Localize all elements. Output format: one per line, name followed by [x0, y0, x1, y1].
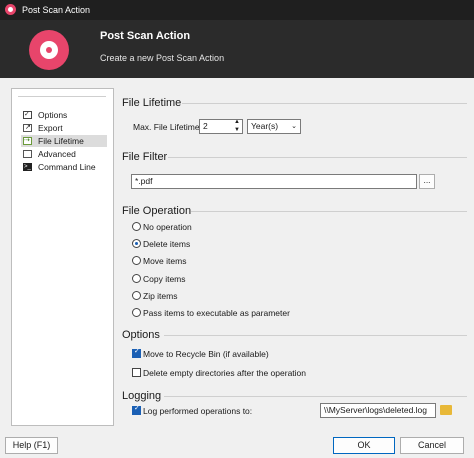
log-path-input[interactable]: \\MyServer\logs\deleted.log: [320, 403, 436, 418]
file-filter-input[interactable]: *.pdf: [131, 174, 417, 189]
sidebar-item-label: Command Line: [38, 162, 96, 172]
sidebar-item-advanced[interactable]: Advanced: [21, 148, 107, 160]
export-icon: [23, 122, 32, 134]
section-divider: [191, 211, 467, 212]
file-lifetime-icon: [23, 135, 32, 147]
sidebar-item-file-lifetime[interactable]: File Lifetime: [21, 135, 107, 147]
checkbox-label: Delete empty directories after the opera…: [143, 368, 307, 378]
section-divider: [182, 103, 467, 104]
radio-label: Copy items: [143, 274, 186, 284]
sidebar-item-options[interactable]: Options: [21, 109, 107, 121]
window-title: Post Scan Action: [22, 5, 91, 15]
max-file-lifetime-label: Max. File Lifetime:: [133, 122, 202, 132]
dialog-header: Post Scan Action Create a new Post Scan …: [0, 20, 474, 78]
section-divider: [168, 157, 467, 158]
radio-move-items[interactable]: [132, 256, 141, 265]
help-button[interactable]: Help (F1): [5, 437, 58, 454]
radio-label: Delete items: [143, 239, 191, 249]
radio-label: No operation: [143, 222, 192, 232]
move-to-recycle-bin-checkbox[interactable]: [132, 347, 141, 358]
lifetime-unit-value: Year(s): [251, 121, 279, 131]
section-divider: [164, 396, 467, 397]
title-bar: Post Scan Action: [0, 0, 474, 20]
file-operation-heading: File Operation: [122, 205, 192, 217]
radio-no-operation[interactable]: [132, 222, 141, 231]
radio-label: Zip items: [143, 291, 178, 301]
folder-icon[interactable]: [440, 405, 452, 415]
radio-zip-items[interactable]: [132, 291, 141, 300]
app-icon: [5, 4, 16, 15]
file-filter-heading: File Filter: [122, 151, 168, 163]
advanced-icon: [23, 150, 32, 158]
header-subtitle: Create a new Post Scan Action: [100, 53, 225, 63]
radio-delete-items[interactable]: [132, 239, 141, 248]
checkbox-label: Log performed operations to:: [143, 406, 253, 416]
sidebar: Options Export File Lifetime Advanced Co…: [11, 88, 114, 426]
sidebar-item-label: Options: [38, 110, 68, 120]
sidebar-item-label: File Lifetime: [38, 136, 84, 146]
max-file-lifetime-spinner[interactable]: 2 ▲ ▼: [199, 119, 243, 134]
ok-button[interactable]: OK: [333, 437, 395, 454]
spinner-arrows-icon[interactable]: ▲ ▼: [234, 120, 240, 133]
sidebar-item-label: Advanced: [38, 149, 76, 159]
section-divider: [164, 335, 467, 336]
radio-label: Pass items to executable as parameter: [143, 308, 290, 318]
log-operations-checkbox[interactable]: [132, 404, 141, 415]
sidebar-item-command-line[interactable]: Command Line: [21, 161, 107, 173]
chevron-down-icon: ⌄: [291, 123, 297, 130]
lifetime-value: 2: [203, 121, 208, 131]
file-filter-browse-button[interactable]: ...: [419, 174, 435, 189]
logging-heading: Logging: [122, 390, 162, 402]
delete-empty-dirs-checkbox[interactable]: [132, 368, 141, 377]
sidebar-item-label: Export: [38, 123, 63, 133]
radio-pass-to-executable[interactable]: [132, 308, 141, 317]
header-title: Post Scan Action: [100, 30, 191, 42]
lifetime-unit-select[interactable]: Year(s) ⌄: [247, 119, 301, 134]
terminal-icon: [23, 161, 32, 173]
checklist-icon: [23, 109, 32, 121]
sidebar-divider: [18, 96, 106, 97]
file-lifetime-heading: File Lifetime: [122, 97, 182, 109]
checkbox-label: Move to Recycle Bin (if available): [143, 349, 269, 359]
sidebar-item-export[interactable]: Export: [21, 122, 107, 134]
app-logo-icon: [29, 30, 69, 70]
cancel-button[interactable]: Cancel: [400, 437, 464, 454]
radio-copy-items[interactable]: [132, 274, 141, 283]
options-heading: Options: [122, 329, 160, 341]
radio-label: Move items: [143, 256, 187, 266]
